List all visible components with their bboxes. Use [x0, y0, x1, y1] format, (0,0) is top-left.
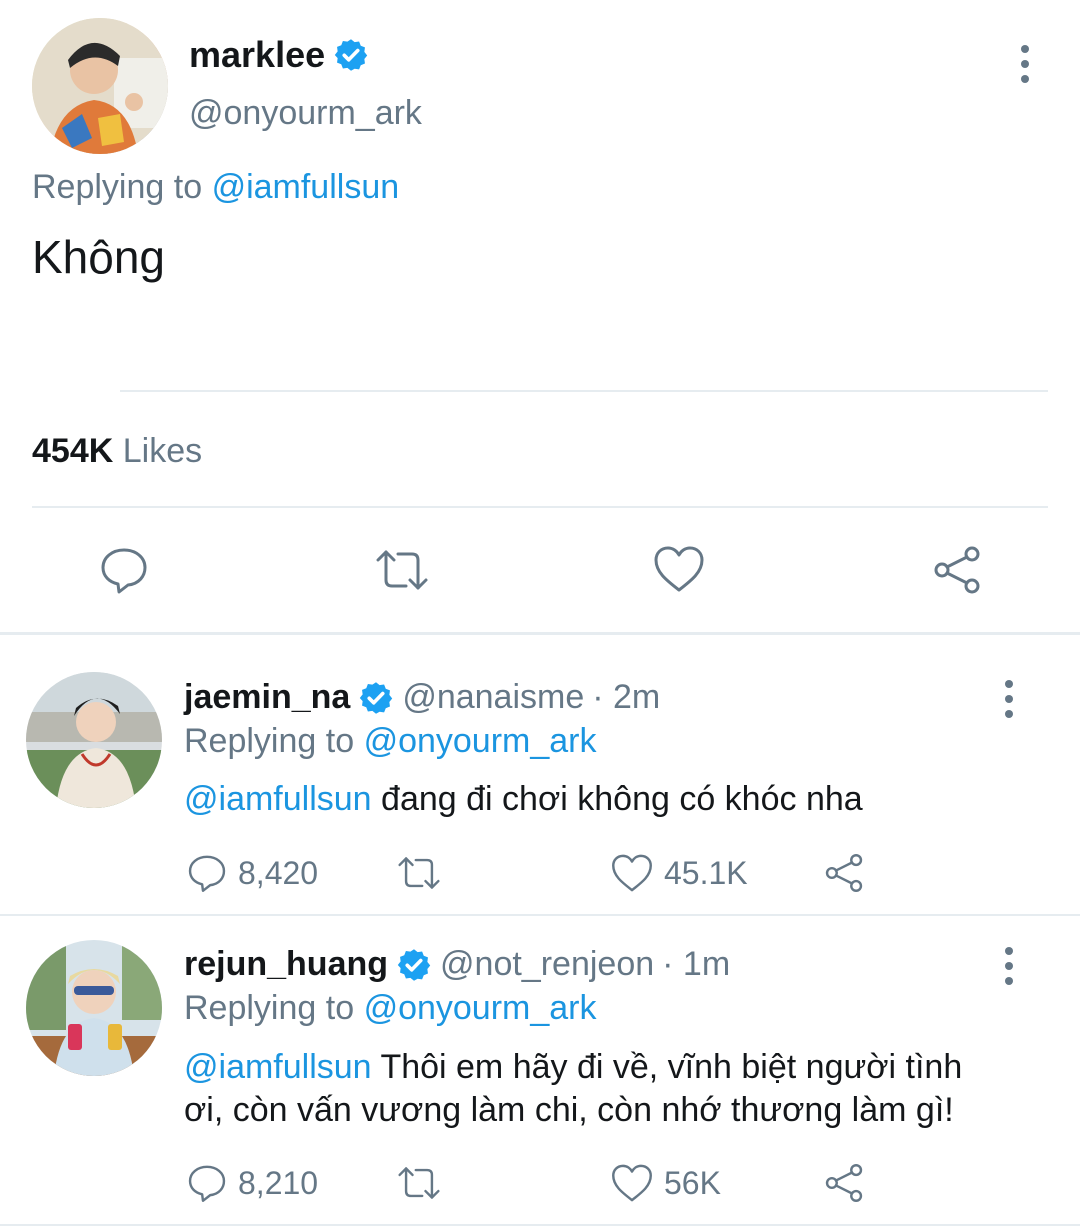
replying-to-line: Replying to @onyourm_ark [184, 989, 597, 1028]
tweet-body: đang đi chơi không có khóc nha [381, 780, 863, 818]
tweet-body-line-1: Thôi em hãy đi về, vĩnh biệt người tình [380, 1048, 963, 1086]
tweet-text: @iamfullsun Thôi em hãy đi về, vĩnh biệt… [184, 1046, 962, 1132]
heart-icon [612, 1164, 652, 1202]
share-icon [934, 546, 980, 594]
more-options-icon[interactable] [1015, 45, 1035, 83]
mention-link[interactable]: @iamfullsun [184, 1048, 372, 1086]
verified-badge-icon [334, 39, 368, 71]
share-button[interactable] [822, 1162, 866, 1204]
section-divider [0, 914, 1080, 916]
replying-to-line: Replying to @onyourm_ark [184, 722, 597, 761]
timestamp[interactable]: · 2m [592, 678, 660, 717]
tweet-text: @iamfullsun đang đi chơi không có khóc n… [184, 780, 863, 819]
replying-to-link[interactable]: @onyourm_ark [364, 722, 597, 760]
display-name[interactable]: marklee [189, 34, 325, 76]
handle[interactable]: @nanaisme [402, 678, 584, 717]
like-button[interactable] [652, 544, 706, 594]
retweet-button[interactable] [394, 1162, 454, 1204]
more-options-icon[interactable] [999, 680, 1019, 718]
handle[interactable]: @onyourm_ark [189, 94, 422, 133]
tweet-text: Không [32, 231, 166, 283]
reply-button[interactable]: 8,210 [186, 1162, 318, 1204]
section-divider [0, 632, 1080, 635]
reply-button[interactable]: 8,420 [186, 852, 318, 894]
divider [32, 506, 1048, 508]
reply-icon [188, 855, 226, 892]
like-button[interactable]: 45.1K [610, 852, 748, 894]
replying-to-label: Replying to [32, 168, 203, 206]
share-icon [825, 1164, 863, 1202]
share-button[interactable] [930, 544, 984, 596]
heart-icon [612, 854, 652, 892]
display-name[interactable]: rejun_huang [184, 945, 388, 984]
verified-badge-icon [360, 681, 393, 714]
replying-to-link[interactable]: @iamfullsun [212, 168, 400, 206]
reply-icon [101, 548, 147, 594]
avatar[interactable] [26, 940, 162, 1076]
retweet-button[interactable] [372, 544, 432, 596]
replying-to-line: Replying to @iamfullsun [32, 168, 399, 207]
like-button[interactable]: 56K [610, 1162, 721, 1204]
retweet-icon [398, 857, 440, 889]
reply-button[interactable] [98, 544, 150, 596]
reply-count: 8,420 [238, 854, 319, 891]
retweet-icon [398, 1167, 440, 1199]
replying-to-link[interactable]: @onyourm_ark [364, 989, 597, 1027]
reply-icon [188, 1165, 226, 1202]
section-divider [0, 1224, 1080, 1226]
replying-to-label: Replying to [184, 722, 355, 760]
share-icon [825, 854, 863, 892]
handle[interactable]: @not_renjeon [440, 945, 654, 984]
mention-link[interactable]: @iamfullsun [184, 780, 372, 818]
avatar[interactable] [26, 672, 162, 808]
divider [120, 390, 1048, 392]
share-button[interactable] [822, 852, 866, 894]
reply-count: 8,210 [238, 1164, 319, 1201]
display-name[interactable]: jaemin_na [184, 678, 350, 717]
retweet-icon [376, 550, 428, 590]
retweet-button[interactable] [394, 852, 454, 894]
timestamp[interactable]: · 1m [662, 945, 730, 984]
verified-badge-icon [397, 948, 431, 981]
likes-stat[interactable]: 454K Likes [32, 432, 202, 471]
like-count: 56K [664, 1164, 721, 1201]
like-count: 45.1K [664, 854, 748, 891]
heart-icon [654, 546, 704, 592]
tweet-body-line-2: ơi, còn vấn vương làm chi, còn nhớ thươn… [184, 1091, 954, 1129]
more-options-icon[interactable] [999, 947, 1019, 985]
replying-to-label: Replying to [184, 989, 355, 1027]
avatar[interactable] [32, 18, 168, 154]
likes-label: Likes [122, 432, 203, 470]
likes-count: 454K [32, 432, 114, 470]
